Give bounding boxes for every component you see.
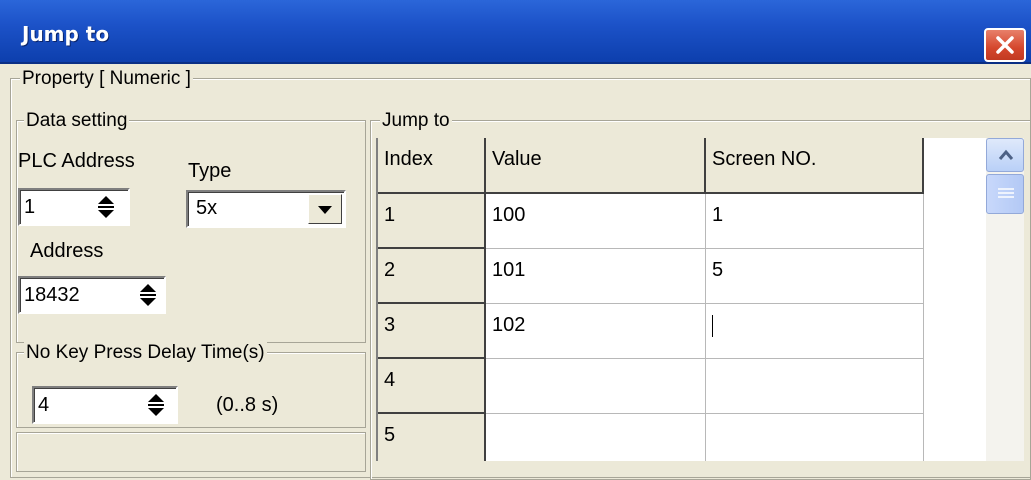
- bottom-panel: [16, 432, 366, 472]
- delay-legend: No Key Press Delay Time(s): [24, 342, 267, 364]
- value-cell[interactable]: [486, 414, 706, 461]
- delay-spinner[interactable]: 4: [32, 386, 178, 424]
- value-cell[interactable]: 102: [486, 304, 706, 359]
- spin-arrows-icon[interactable]: [138, 282, 158, 308]
- plc-address-value[interactable]: 1: [24, 196, 35, 219]
- screen-no-cell[interactable]: 1: [706, 194, 924, 249]
- row-index[interactable]: 2: [378, 249, 486, 304]
- screen-no-cell[interactable]: [706, 359, 924, 414]
- screen-no-cell[interactable]: 5: [706, 249, 924, 304]
- jump-table[interactable]: Index Value Screen NO. 1 100 1 2 101 5 3…: [376, 138, 986, 461]
- scroll-thumb[interactable]: [986, 174, 1024, 214]
- property-legend: Property [ Numeric ]: [20, 68, 193, 90]
- close-button[interactable]: [984, 28, 1026, 62]
- plc-address-spinner[interactable]: 1: [18, 188, 130, 226]
- grip-icon: [998, 188, 1014, 198]
- text-caret: [712, 314, 713, 337]
- type-label: Type: [188, 160, 232, 182]
- spin-arrows-icon[interactable]: [96, 194, 116, 220]
- column-header-screen-no[interactable]: Screen NO.: [706, 138, 924, 194]
- plc-address-label: PLC Address: [18, 150, 135, 172]
- address-spinner[interactable]: 18432: [18, 276, 166, 314]
- row-index[interactable]: 4: [378, 359, 486, 414]
- data-setting-legend: Data setting: [24, 110, 130, 132]
- row-index[interactable]: 3: [378, 304, 486, 359]
- close-icon: [996, 36, 1014, 54]
- spin-arrows-icon[interactable]: [146, 392, 166, 418]
- type-dropdown-button[interactable]: [308, 194, 342, 224]
- address-value[interactable]: 18432: [24, 284, 80, 307]
- row-index[interactable]: 1: [378, 194, 486, 249]
- chevron-down-icon: [318, 206, 332, 214]
- title-bar[interactable]: Jump to: [0, 0, 1031, 64]
- delay-range: (0..8 s): [216, 394, 279, 416]
- vertical-scrollbar[interactable]: [986, 138, 1024, 461]
- scroll-up-button[interactable]: [986, 138, 1024, 172]
- type-select[interactable]: 5x: [186, 190, 346, 228]
- screen-no-cell[interactable]: [706, 414, 924, 461]
- row-index[interactable]: 5: [378, 414, 486, 461]
- window-title: Jump to: [22, 22, 110, 46]
- chevron-up-icon: [998, 149, 1014, 160]
- column-header-value[interactable]: Value: [486, 138, 706, 194]
- value-cell[interactable]: 100: [486, 194, 706, 249]
- column-header-index[interactable]: Index: [378, 138, 486, 194]
- value-cell[interactable]: 101: [486, 249, 706, 304]
- value-cell[interactable]: [486, 359, 706, 414]
- jump-to-legend: Jump to: [380, 110, 452, 132]
- type-value: 5x: [196, 197, 218, 219]
- screen-no-edit-cell[interactable]: [706, 304, 924, 359]
- address-label: Address: [30, 240, 104, 262]
- delay-value[interactable]: 4: [38, 394, 49, 417]
